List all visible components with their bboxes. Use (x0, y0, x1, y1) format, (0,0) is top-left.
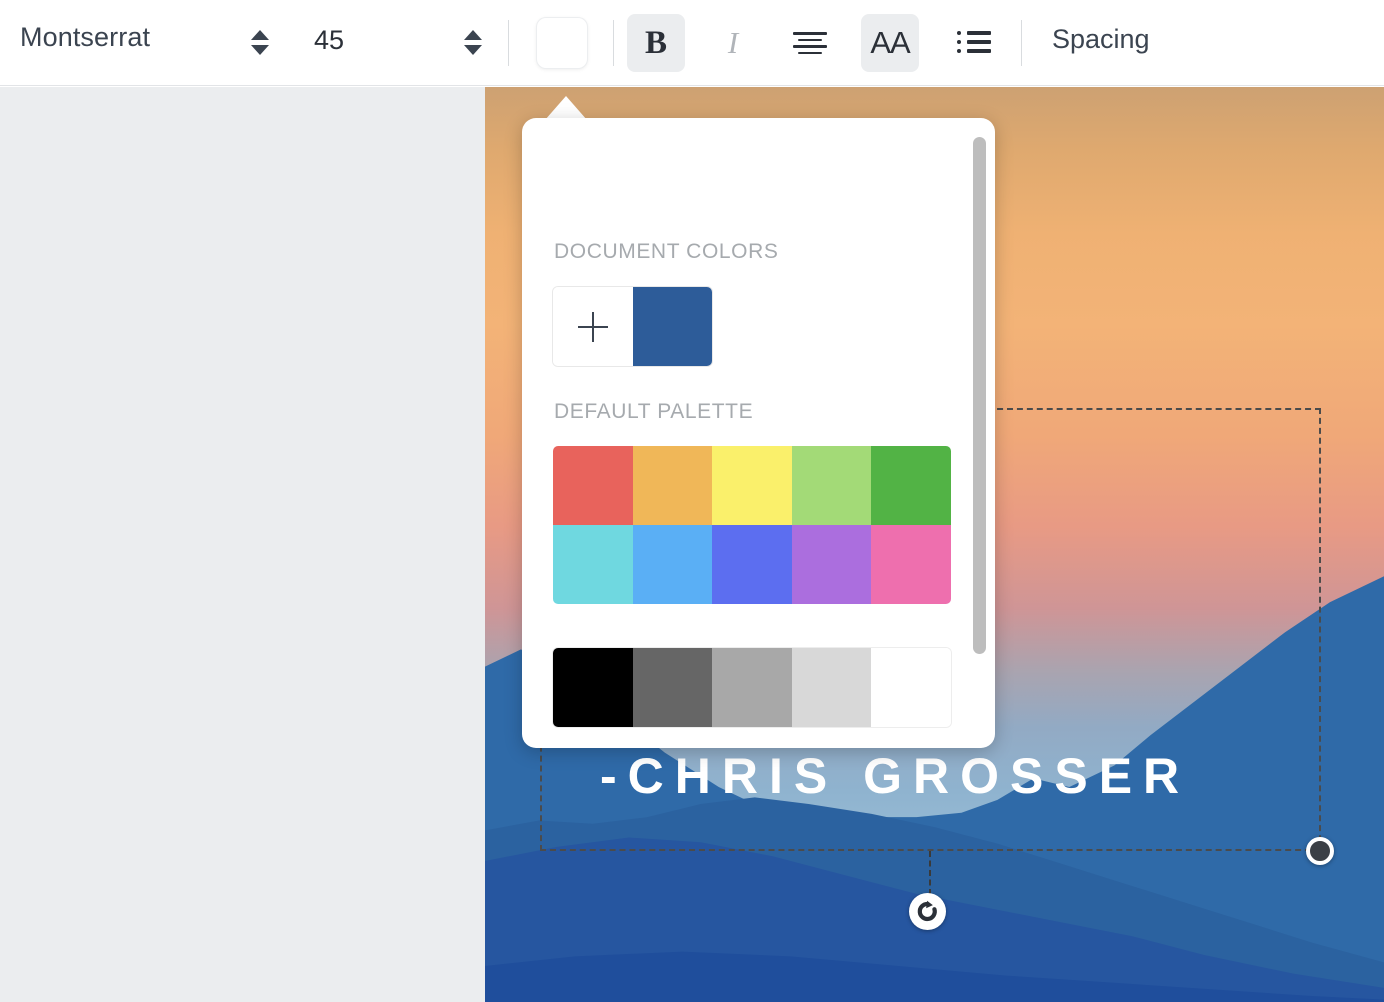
bold-button[interactable]: B (627, 14, 685, 72)
grayscale-swatch[interactable] (792, 648, 872, 727)
palette-row-2 (553, 525, 951, 604)
palette-row-1 (553, 446, 951, 525)
font-family-stepper[interactable] (251, 25, 269, 59)
toolbar-divider (613, 20, 614, 66)
font-size-value[interactable]: 45 (314, 25, 344, 56)
chevron-down-icon[interactable] (251, 45, 269, 55)
palette-swatch[interactable] (633, 525, 713, 604)
resize-handle-icon[interactable] (1306, 837, 1334, 865)
palette-swatch[interactable] (712, 525, 792, 604)
font-size-stepper[interactable] (464, 25, 482, 59)
grayscale-row (553, 648, 951, 727)
toolbar-divider (508, 20, 509, 66)
italic-icon: I (728, 25, 738, 61)
grayscale-swatch[interactable] (633, 648, 713, 727)
rotate-handle-stem (929, 851, 931, 895)
editor-workspace: NITIES PPEN. E THEM. -CHRIS GROSSER DOCU… (0, 87, 1384, 1002)
font-family-value[interactable]: Montserrat (20, 22, 150, 53)
plus-icon (578, 312, 608, 342)
text-toolbar: Montserrat 45 B I AA Spacing (0, 0, 1384, 86)
rotate-handle-icon[interactable] (909, 893, 946, 930)
palette-swatch[interactable] (633, 446, 713, 525)
popover-scrollbar[interactable] (973, 137, 986, 654)
text-color-swatch-button[interactable] (537, 18, 587, 68)
add-document-color-button[interactable] (553, 287, 633, 366)
chevron-up-icon[interactable] (464, 30, 482, 40)
grayscale-swatch[interactable] (871, 648, 951, 727)
palette-swatch[interactable] (553, 446, 633, 525)
toolbar-divider (1021, 20, 1022, 66)
grayscale-swatch[interactable] (712, 648, 792, 727)
palette-swatch[interactable] (871, 446, 951, 525)
chevron-down-icon[interactable] (464, 45, 482, 55)
bold-icon: B (645, 25, 667, 62)
document-colors-row (553, 287, 712, 366)
color-picker-popover: DOCUMENT COLORS DEFAULT PALETTE (522, 118, 995, 748)
palette-swatch[interactable] (871, 525, 951, 604)
palette-swatch[interactable] (712, 446, 792, 525)
palette-swatch[interactable] (553, 525, 633, 604)
italic-button[interactable]: I (704, 14, 762, 72)
palette-swatch[interactable] (792, 446, 872, 525)
align-center-icon (793, 32, 827, 54)
bulleted-list-icon (957, 31, 991, 55)
text-align-button[interactable] (781, 14, 839, 72)
letter-case-icon: AA (870, 25, 909, 61)
palette-swatch[interactable] (792, 525, 872, 604)
spacing-button[interactable]: Spacing (1052, 24, 1150, 55)
bulleted-list-button[interactable] (945, 14, 1003, 72)
letter-case-button[interactable]: AA (861, 14, 919, 72)
default-palette-label: DEFAULT PALETTE (554, 400, 753, 424)
grayscale-swatch[interactable] (553, 648, 633, 727)
document-color-swatch[interactable] (633, 287, 712, 366)
chevron-up-icon[interactable] (251, 30, 269, 40)
document-colors-label: DOCUMENT COLORS (554, 240, 778, 264)
